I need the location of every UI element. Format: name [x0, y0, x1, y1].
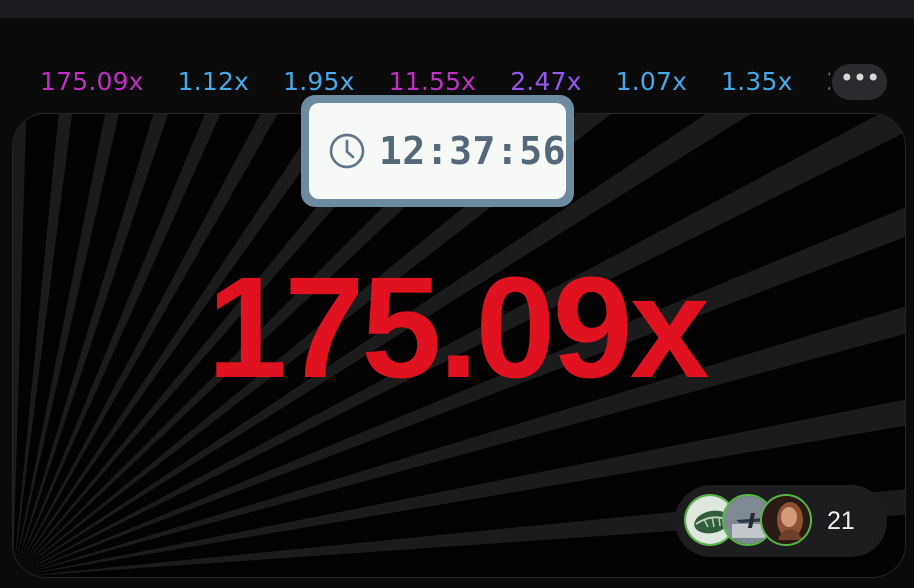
timestamp-badge-inner: 12:37:56: [309, 103, 566, 199]
top-bar: [0, 0, 914, 18]
history-item[interactable]: 175.09x: [40, 64, 144, 100]
history-item[interactable]: 2: [827, 64, 830, 100]
clock-icon: [329, 133, 365, 169]
avatar: [760, 494, 812, 546]
timestamp-text: 12:37:56: [378, 129, 566, 173]
person-avatar-icon: [762, 496, 810, 544]
timestamp-badge: 12:37:56: [301, 95, 574, 207]
more-dots-icon: •••: [839, 64, 880, 92]
history-item[interactable]: 1.07x: [616, 64, 687, 100]
history-item[interactable]: 1.35x: [721, 64, 792, 100]
app-root: 175.09x 1.12x 1.95x 11.55x 2.47x 1.07x 1…: [0, 0, 914, 588]
more-history-button[interactable]: •••: [832, 64, 887, 100]
player-count: 21: [827, 507, 855, 535]
current-multiplier: 175.09x: [207, 247, 710, 408]
history-item[interactable]: 1.12x: [178, 64, 249, 100]
players-online-pill[interactable]: 21: [675, 485, 887, 557]
